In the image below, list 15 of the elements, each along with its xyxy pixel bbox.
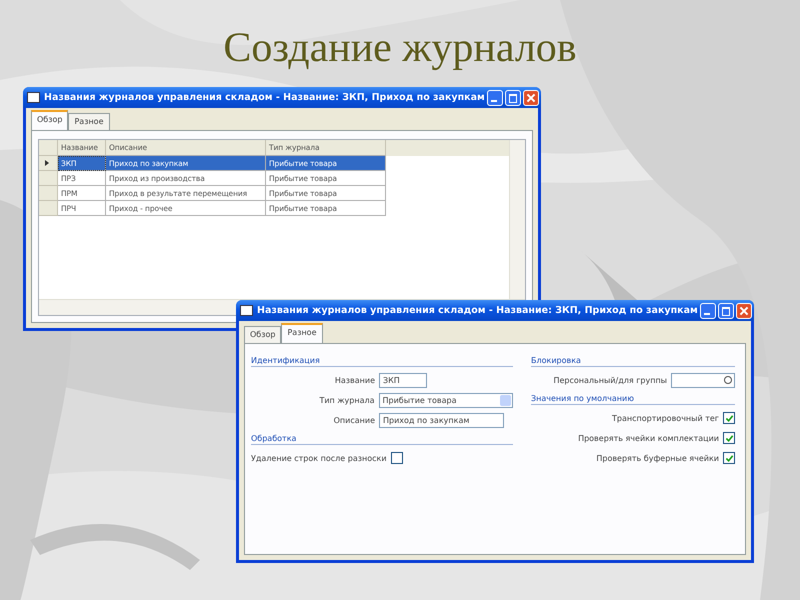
field-label: Название xyxy=(334,376,375,384)
group-heading: Обработка xyxy=(251,434,513,445)
field-label: Тип журнала xyxy=(318,396,374,404)
field-label: Описание xyxy=(332,416,375,424)
slide-title: Создание журналов xyxy=(222,24,578,72)
field-label: Персональный/для группы xyxy=(553,376,667,384)
field-label: Транспортировочный тег xyxy=(612,414,719,422)
field-label: Удаление строк после разноски xyxy=(251,454,387,462)
field-label: Проверять буферные ячейки xyxy=(596,454,719,462)
group-heading: Идентификация xyxy=(251,356,513,367)
group-heading: Значения по умолчанию xyxy=(531,394,735,405)
group-heading: Блокировка xyxy=(531,356,735,367)
window-title: Названия журналов управления складом - Название: ЗКП, Приход по закупкам xyxy=(257,305,699,316)
field-label: Проверять ячейки комплектации xyxy=(578,434,719,442)
window-title: Названия журналов управления складом - Название: ЗКП, Приход по закупкам xyxy=(44,92,486,103)
